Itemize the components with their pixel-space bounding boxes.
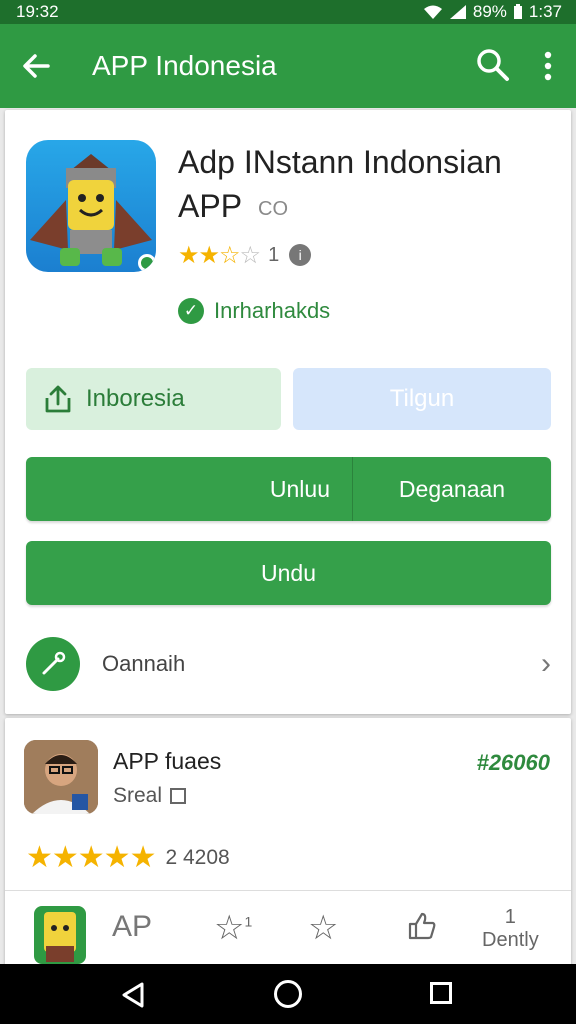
share-button[interactable]: Inboresia — [26, 368, 281, 430]
link-row[interactable]: Oannaih › — [26, 636, 551, 692]
more-vert-icon[interactable] — [534, 48, 562, 84]
star-rating: ★★☆☆ — [178, 241, 261, 269]
robot-character-icon — [30, 154, 152, 266]
price-label: #26060 — [476, 750, 550, 775]
status-time: 19:32 — [16, 2, 59, 21]
status-bar: 19:32 89% 1:37 — [0, 0, 576, 24]
check-circle-icon: ✓ — [178, 298, 204, 324]
person-photo-icon — [24, 740, 98, 814]
star-sup: 1 — [244, 913, 253, 930]
five-star-rating: ★★★★★ — [26, 841, 156, 874]
dently-label: Dently — [482, 929, 539, 951]
app-badge: CO — [258, 197, 289, 220]
primary-full-button[interactable]: Undu — [26, 541, 551, 605]
split-left-button[interactable]: Unluu — [26, 457, 353, 521]
nav-recents-icon[interactable] — [430, 982, 452, 1004]
star-outline-icon[interactable]: ☆1 — [214, 908, 252, 948]
wifi-icon — [423, 5, 442, 19]
link-label: Oannaih — [102, 651, 186, 676]
share-icon — [45, 385, 71, 413]
square-icon — [170, 788, 187, 804]
ap-label: AP — [112, 910, 153, 943]
chevron-right-icon: › — [541, 647, 551, 680]
app-title-text: Adp INstann Indonsian APP — [178, 144, 502, 224]
developer-subtitle: Sreal — [113, 784, 187, 808]
link-icon-circle — [26, 637, 80, 691]
back-arrow-icon[interactable] — [18, 48, 54, 84]
rating-count: 1 — [268, 243, 280, 266]
developer-avatar[interactable] — [24, 740, 98, 814]
battery-percent: 89% — [472, 2, 507, 21]
battery-icon — [513, 4, 522, 19]
app-icon — [26, 140, 156, 272]
developer-rating-count: 2 4208 — [165, 845, 230, 869]
app-rating: ★★☆☆ 1 i — [178, 240, 312, 270]
dently-button[interactable]: 1 Dently — [482, 906, 539, 952]
bottom-action-row: AP ☆1 ☆ 1 Dently — [0, 900, 576, 964]
developer-rating: ★★★★★ 2 4208 — [26, 840, 230, 875]
app-bar: APP Indonesia — [0, 24, 576, 108]
wrench-icon — [42, 651, 66, 675]
dently-top: 1 — [504, 906, 516, 928]
search-icon[interactable] — [474, 46, 512, 84]
character-thumb-icon — [44, 912, 76, 962]
installed-dot — [138, 254, 156, 272]
developer-subtitle-text: Sreal — [113, 784, 163, 807]
signal-icon — [449, 5, 466, 19]
info-icon[interactable]: i — [289, 244, 312, 266]
installed-label: Inrharhakds — [214, 298, 331, 323]
status-icons: 89% 1:37 — [423, 2, 562, 22]
app-title: Adp INstann Indonsian APP CO — [178, 140, 558, 231]
developer-name[interactable]: APP fuaes — [113, 748, 221, 775]
system-nav-bar — [0, 964, 576, 1024]
thumbs-up-icon[interactable] — [406, 910, 438, 942]
divider — [5, 890, 571, 891]
installed-status: ✓ Inrharhakds — [178, 298, 330, 324]
app-thumbnail[interactable] — [34, 906, 86, 964]
split-right-button[interactable]: Deganaan — [353, 457, 551, 521]
app-bar-title: APP Indonesia — [92, 50, 277, 81]
nav-home-icon[interactable] — [274, 980, 302, 1008]
secondary-button[interactable]: Tilgun — [293, 368, 551, 430]
star-outline-icon-2[interactable]: ☆ — [308, 908, 338, 948]
nav-back-icon[interactable] — [120, 982, 146, 1008]
split-button: Unluu Deganaan — [26, 457, 551, 521]
status-clock: 1:37 — [528, 2, 562, 21]
share-label: Inboresia — [86, 385, 185, 412]
